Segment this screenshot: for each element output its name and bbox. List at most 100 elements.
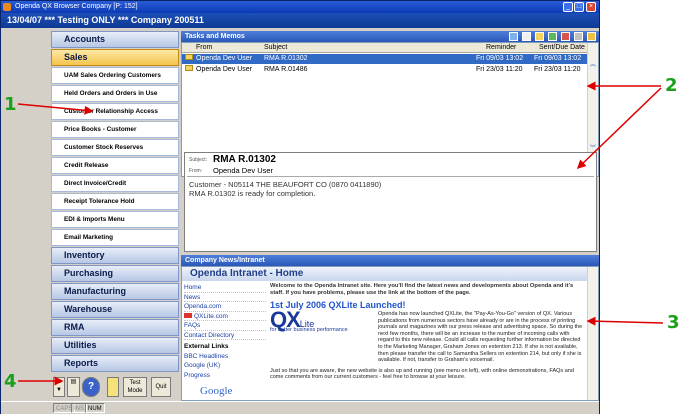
nav-sub-held-orders[interactable]: Held Orders and Orders in Use (51, 85, 179, 102)
envelope-icon (185, 65, 193, 71)
task-sent: Fri 23/03 11:20 (534, 66, 581, 73)
complete-icon[interactable] (548, 32, 558, 41)
task-row[interactable]: Openda Dev User RMA R.01302 Fri 09/03 13… (182, 54, 588, 64)
nav-purchasing[interactable]: Purchasing (51, 265, 179, 282)
nav-sub-customer-relationship[interactable]: Customer Relationship Access (51, 103, 179, 120)
col-from[interactable]: From (196, 43, 212, 53)
news-para2: Just so that you are aware, the new webs… (270, 367, 574, 381)
envelope-icon (185, 54, 193, 60)
intranet-scrollbar[interactable] (587, 267, 598, 400)
ext-link-google[interactable]: Google (UK) (184, 361, 266, 371)
delete-icon[interactable] (561, 32, 571, 41)
document-icon[interactable]: ▤ (67, 377, 80, 397)
scroll-arrows-icon[interactable]: ▲ ▼ (53, 377, 65, 397)
intranet-link-qxlite[interactable]: QXLite.com (184, 312, 266, 321)
nav-warehouse[interactable]: Warehouse (51, 301, 179, 318)
callout-2: 2 (665, 75, 678, 96)
tasks-header: Tasks and Memos (181, 31, 599, 42)
nav-sub-uam-sales[interactable]: UAM Sales Ordering Customers (51, 67, 179, 84)
nav-accounts[interactable]: Accounts (51, 31, 179, 48)
google-logo[interactable]: Google (184, 383, 266, 399)
help-icon[interactable]: ? (82, 377, 100, 397)
quit-button[interactable]: Quit (151, 377, 171, 397)
preview-subject-label: Subject: (189, 157, 208, 163)
callout-3: 3 (667, 312, 680, 333)
nav-utilities[interactable]: Utilities (51, 337, 179, 354)
nav-sub-edi-imports[interactable]: EDI & Imports Menu (51, 211, 179, 228)
callout-4: 4 (4, 371, 17, 392)
status-bar: CAPS INS NUM (1, 401, 599, 414)
intranet-link-contacts[interactable]: Contact Directory (184, 331, 266, 340)
callout-1: 1 (4, 94, 17, 115)
intranet-title: Openda Intranet - Home (182, 267, 588, 281)
test-mode-button[interactable]: Test Mode (123, 377, 147, 397)
status-num: NUM (85, 403, 105, 413)
intranet-nav: Home News Openda.com QXLite.com FAQs Con… (184, 283, 266, 400)
task-from: Openda Dev User (196, 66, 253, 73)
memo-preview: Subject: RMA R.01302 From: Openda Dev Us… (184, 152, 597, 252)
nav-sub-email-marketing[interactable]: Email Marketing (51, 229, 179, 246)
tasks-header-title: Tasks and Memos (185, 33, 245, 40)
qxlite-logo: QXLite for better business performance (270, 309, 376, 350)
nav-sub-stock-reserves[interactable]: Customer Stock Reserves (51, 139, 179, 156)
intranet-pane: Openda Intranet - Home Home News Openda.… (181, 266, 599, 401)
ext-link-bbc[interactable]: BBC Headlines (184, 352, 266, 362)
app-window: Openda QX Browser Company [P: 152] _ □ ×… (0, 0, 600, 414)
pin-icon[interactable] (587, 32, 596, 41)
task-sent: Fri 09/03 13:02 (534, 55, 582, 62)
nav-inventory[interactable]: Inventory (51, 247, 179, 264)
new-memo-icon[interactable] (535, 32, 545, 41)
nav-sales[interactable]: Sales (51, 49, 179, 66)
nav-manufacturing[interactable]: Manufacturing (51, 283, 179, 300)
refresh-icon[interactable] (509, 32, 519, 41)
task-reminder: Fri 09/03 13:02 (476, 55, 524, 62)
preview-subject: RMA R.01302 (213, 154, 276, 165)
task-row[interactable]: Openda Dev User RMA R.01486 Fri 23/03 11… (182, 65, 588, 75)
edit-icon[interactable] (522, 32, 532, 41)
intranet-link-home[interactable]: Home (184, 283, 266, 293)
preview-body-line1: Customer - N05114 THE BEAUFORT CO (0870 … (189, 180, 382, 189)
intranet-link-openda[interactable]: Openda.com (184, 302, 266, 312)
nav-sub-price-books[interactable]: Price Books - Customer (51, 121, 179, 138)
news-header: Company News/Intranet (181, 255, 599, 266)
app-icon (3, 3, 11, 11)
new-badge-icon (184, 312, 192, 318)
preview-body-line2: RMA R.01302 is ready for completion. (189, 189, 316, 198)
intranet-link-faqs[interactable]: FAQs (184, 321, 266, 331)
nav-toolbar: ▲ ▼ ▤ ? Test Mode Quit (51, 375, 179, 399)
col-subject[interactable]: Subject (264, 43, 287, 53)
intranet-content: Welcome to the Openda Intranet site. Her… (270, 283, 586, 400)
headline: 1st July 2006 QXLite Launched! (270, 300, 406, 310)
nav-sub-receipt-tolerance[interactable]: Receipt Tolerance Hold (51, 193, 179, 210)
company-header: 13/04/07 *** Testing ONLY *** Company 20… (1, 13, 599, 28)
minimize-pane-icon[interactable] (574, 32, 584, 41)
nav-rma[interactable]: RMA (51, 319, 179, 336)
task-list-header: From Subject Reminder Sent/Due Date (182, 43, 588, 53)
sidebar-nav: Accounts Sales UAM Sales Ordering Custom… (51, 31, 179, 401)
scroll-up-icon[interactable]: ︽ (590, 59, 596, 68)
news-para1: Openda has now launched QXLite, the "Pay… (378, 311, 583, 364)
task-reminder: Fri 23/03 11:20 (476, 66, 523, 73)
intranet-link-news[interactable]: News (184, 293, 266, 302)
minimize-button[interactable]: _ (563, 2, 573, 12)
preview-from: Openda Dev User (213, 166, 274, 175)
ext-link-progress[interactable]: Progress (184, 371, 266, 381)
note-icon[interactable] (107, 377, 119, 397)
col-reminder[interactable]: Reminder (486, 43, 516, 53)
col-sent[interactable]: Sent/Due Date (539, 43, 585, 53)
task-from: Openda Dev User (196, 55, 253, 62)
close-button[interactable]: × (586, 2, 596, 12)
scroll-down-icon[interactable]: ︾ (590, 143, 596, 152)
preview-from-label: From: (189, 168, 203, 174)
task-subject: RMA R.01486 (264, 66, 308, 73)
nav-sub-direct-invoice[interactable]: Direct Invoice/Credit (51, 175, 179, 192)
intranet-intro: Welcome to the Openda Intranet site. Her… (270, 283, 574, 296)
maximize-button[interactable]: □ (574, 2, 584, 12)
window-title: Openda QX Browser Company [P: 152] (15, 3, 138, 10)
title-bar: Openda QX Browser Company [P: 152] _ □ × (1, 1, 599, 13)
tagline: for better business performance (270, 327, 348, 333)
nav-sub-credit-release[interactable]: Credit Release (51, 157, 179, 174)
external-links-heading: External Links (184, 343, 229, 350)
nav-reports[interactable]: Reports (51, 355, 179, 372)
task-subject: RMA R.01302 (264, 55, 308, 62)
